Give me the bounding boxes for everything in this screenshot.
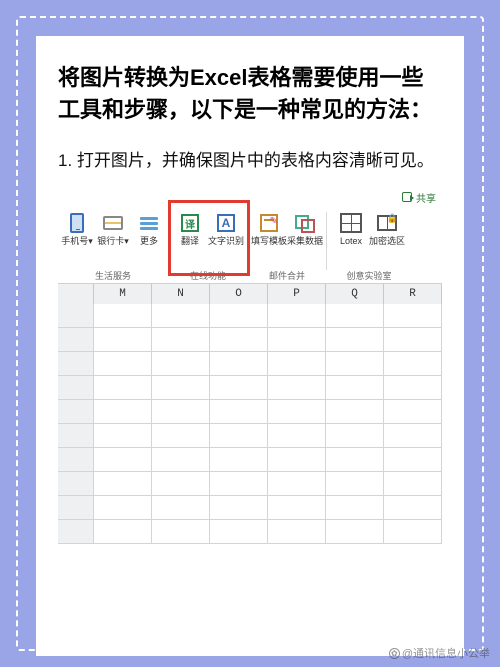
phone-number-button[interactable]: 手机号▾: [60, 210, 94, 246]
group-label-mail: 邮件合并: [248, 269, 326, 282]
share-label: 共享: [416, 190, 436, 205]
phone-label: 手机号▾: [59, 236, 95, 246]
paw-icon: ✿: [389, 648, 400, 659]
share-icon: [402, 192, 412, 202]
ribbon-group-online: 译 翻译 A 文字识别 在线功能: [169, 210, 247, 283]
ribbon-group-mail-merge: 填写模板 采集数据 邮件合并: [248, 210, 326, 283]
col-header[interactable]: Q: [326, 284, 384, 304]
content-card: 将图片转换为Excel表格需要使用一些工具和步骤，以下是一种常见的方法： 1. …: [36, 36, 464, 656]
excel-titlebar-right: 共享: [58, 188, 442, 206]
collect-data-button[interactable]: 采集数据: [288, 210, 322, 246]
form-icon: [260, 214, 278, 232]
encrypt-selection-button[interactable]: 加密选区: [370, 210, 404, 246]
bank-card-button[interactable]: 银行卡▾: [96, 210, 130, 246]
ribbon-group-lab: Lotex 加密选区 创意实验室: [327, 210, 411, 283]
fill-template-button[interactable]: 填写模板: [252, 210, 286, 246]
col-header[interactable]: N: [152, 284, 210, 304]
col-header[interactable]: O: [210, 284, 268, 304]
card-label: 银行卡▾: [95, 236, 131, 246]
table-row[interactable]: [58, 424, 442, 448]
group-label-life: 生活服务: [58, 269, 168, 282]
col-header[interactable]: M: [94, 284, 152, 304]
lock-grid-icon: [377, 215, 397, 231]
ocr-button[interactable]: A 文字识别: [209, 210, 243, 246]
step-1-text: 1. 打开图片，并确保图片中的表格内容清晰可见。: [58, 148, 442, 174]
translate-icon: 译: [181, 214, 199, 232]
table-row[interactable]: [58, 496, 442, 520]
phone-icon: [70, 213, 84, 233]
table-row[interactable]: [58, 376, 442, 400]
watermark: ✿ @通讯信息小公举: [389, 645, 490, 661]
col-header[interactable]: R: [384, 284, 442, 304]
more-button[interactable]: 更多: [132, 210, 166, 246]
collect-icon: [295, 215, 315, 231]
table-row[interactable]: [58, 400, 442, 424]
grid-icon: [340, 213, 362, 233]
collect-label: 采集数据: [287, 236, 323, 246]
card-icon: [103, 216, 123, 230]
watermark-text: @通讯信息小公举: [402, 645, 490, 661]
group-label-lab: 创意实验室: [327, 269, 411, 282]
ribbon: 手机号▾ 银行卡▾ 更多 生活服务: [58, 206, 442, 284]
ribbon-group-life-services: 手机号▾ 银行卡▾ 更多 生活服务: [58, 210, 168, 283]
lock-label: 加密选区: [369, 236, 405, 246]
table-row[interactable]: [58, 304, 442, 328]
table-row[interactable]: [58, 520, 442, 544]
more-icon: [140, 217, 158, 230]
translate-button[interactable]: 译 翻译: [173, 210, 207, 246]
lotex-button[interactable]: Lotex: [334, 210, 368, 246]
table-row[interactable]: [58, 328, 442, 352]
spreadsheet-grid[interactable]: [58, 304, 442, 544]
ocr-icon: A: [217, 214, 235, 232]
translate-label: 翻译: [172, 236, 208, 246]
page-title: 将图片转换为Excel表格需要使用一些工具和步骤，以下是一种常见的方法：: [58, 62, 442, 126]
excel-ribbon-screenshot: 共享 手机号▾ 银行卡▾ 更多: [58, 188, 442, 544]
corner-cell: [58, 284, 94, 304]
form-label: 填写模板: [251, 236, 287, 246]
table-row[interactable]: [58, 352, 442, 376]
lotex-label: Lotex: [333, 236, 369, 246]
column-header-row: M N O P Q R: [58, 284, 442, 304]
col-header[interactable]: P: [268, 284, 326, 304]
ocr-label: 文字识别: [208, 236, 244, 246]
table-row[interactable]: [58, 448, 442, 472]
table-row[interactable]: [58, 472, 442, 496]
more-label: 更多: [131, 236, 167, 246]
group-label-online: 在线功能: [169, 269, 247, 282]
